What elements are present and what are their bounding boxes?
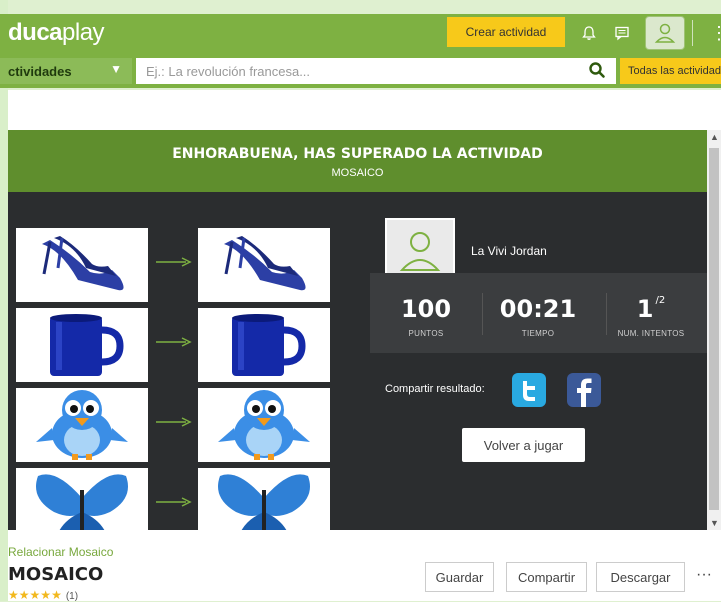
- result-banner: ENHORABUENA, HAS SUPERADO LA ACTIVIDAD M…: [8, 130, 707, 192]
- mug-image: [16, 308, 148, 382]
- activity-title: MOSAICO: [8, 564, 104, 585]
- star-icon: ★: [8, 588, 19, 602]
- twitter-icon[interactable]: [511, 372, 547, 408]
- mug-image-match: [198, 308, 330, 382]
- bird-image-match: [198, 388, 330, 462]
- bell-icon[interactable]: [575, 19, 603, 47]
- star-icon: ★: [18, 588, 30, 602]
- stat-points: 100 PUNTOS: [400, 295, 452, 338]
- user-icon: [654, 23, 676, 43]
- scroll-down-icon[interactable]: ▼: [710, 518, 719, 528]
- pair-shoes: [16, 228, 332, 302]
- shoe-image-match: [198, 228, 330, 302]
- activity-type-link[interactable]: Relacionar Mosaico: [8, 545, 113, 559]
- rating-stars[interactable]: ★★★★★ (1): [8, 588, 78, 602]
- all-activities-button[interactable]: Todas las actividades: [620, 58, 721, 84]
- more-icon[interactable]: ⋮: [710, 24, 721, 42]
- stat-attempts: 1/2 NUM. INTENTOS: [617, 295, 685, 338]
- result-subtitle: MOSAICO: [331, 167, 384, 179]
- arrow-icon: [156, 417, 192, 427]
- pair-butterfly: [16, 468, 332, 530]
- more-options-icon[interactable]: ···: [696, 566, 712, 584]
- create-activity-button[interactable]: Crear actividad: [447, 17, 565, 47]
- chevron-down-icon: ▼: [110, 62, 122, 76]
- share-label: Compartir resultado:: [385, 383, 485, 395]
- rating-count: (1): [65, 591, 79, 602]
- arrow-icon: [156, 497, 192, 507]
- download-button[interactable]: Descargar: [596, 562, 685, 592]
- butterfly-image: [16, 468, 148, 530]
- search-input[interactable]: Ej.: La revolución francesa...: [136, 58, 616, 84]
- facebook-icon[interactable]: [566, 372, 602, 408]
- pair-mug: [16, 308, 332, 382]
- result-title: ENHORABUENA, HAS SUPERADO LA ACTIVIDAD: [172, 146, 543, 162]
- user-icon: [399, 232, 441, 271]
- search-bar: ctividades ▼ Ej.: La revolución francesa.…: [0, 54, 721, 88]
- play-again-button[interactable]: Volver a jugar: [462, 428, 585, 462]
- shoe-image: [16, 228, 148, 302]
- vertical-scrollbar[interactable]: ▲ ▼: [707, 130, 721, 530]
- share-button[interactable]: Compartir: [506, 562, 587, 592]
- logo[interactable]: ducaplay: [8, 19, 105, 47]
- game-result-panel: ENHORABUENA, HAS SUPERADO LA ACTIVIDAD M…: [8, 130, 707, 530]
- user-menu-button[interactable]: [645, 16, 685, 50]
- arrow-icon: [156, 337, 192, 347]
- star-icon: ★: [51, 588, 62, 602]
- stats-panel: 100 PUNTOS 00:21 TIEMPO 1/2 NUM. INTENTO…: [370, 273, 707, 353]
- category-select[interactable]: ctividades ▼: [0, 58, 132, 84]
- player-name: La Vivi Jordan: [471, 244, 547, 258]
- left-strip: [0, 0, 8, 601]
- chat-icon[interactable]: [608, 19, 636, 47]
- save-button[interactable]: Guardar: [425, 562, 494, 592]
- butterfly-image-match: [198, 468, 330, 530]
- divider: [692, 20, 693, 46]
- top-nav: ducaplay Crear actividad ⋮: [0, 14, 721, 54]
- arrow-icon: [156, 257, 192, 267]
- scrollbar-thumb[interactable]: [709, 148, 719, 510]
- search-icon[interactable]: [588, 61, 606, 84]
- scroll-up-icon[interactable]: ▲: [710, 132, 719, 142]
- bird-image: [16, 388, 148, 462]
- star-icon: ★: [29, 588, 41, 602]
- star-icon: ★: [40, 588, 52, 602]
- stat-time: 00:21 TIEMPO: [499, 295, 577, 338]
- pair-bird: [16, 388, 332, 462]
- page: ducaplay Crear actividad ⋮ ctividades ▼ E…: [0, 0, 721, 602]
